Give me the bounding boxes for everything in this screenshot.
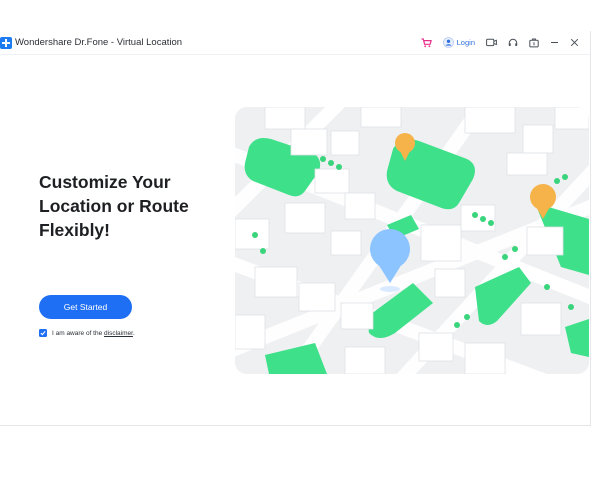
user-avatar-icon [442, 37, 454, 48]
map-illustration-art [235, 107, 589, 374]
disclaimer-agreement: I am aware of the disclaimer. [39, 329, 135, 337]
disclaimer-checkbox[interactable] [39, 329, 47, 337]
login-label: Login [456, 38, 475, 47]
title-actions: Login [410, 31, 590, 55]
city-map-illustration [235, 107, 589, 374]
cart-icon [421, 37, 432, 47]
login-button[interactable]: Login [442, 31, 475, 55]
close-icon [570, 38, 579, 47]
toolbox-button[interactable] [529, 31, 539, 55]
get-started-button[interactable]: Get Started [39, 295, 132, 319]
page-headline: Customize Your Location or Route Flexibl… [39, 170, 219, 242]
app-window: Wondershare Dr.Fone - Virtual Location L… [0, 31, 591, 426]
disclaimer-link[interactable]: disclaimer [104, 330, 133, 337]
close-button[interactable] [570, 31, 579, 55]
headline-line-1: Customize Your [39, 172, 171, 192]
headline-line-2: Location or Route [39, 196, 189, 216]
disclaimer-text: I am aware of the disclaimer. [52, 330, 135, 337]
feedback-button[interactable] [486, 31, 497, 55]
drfone-plus-icon [0, 36, 12, 49]
main-content: Customize Your Location or Route Flexibl… [0, 55, 590, 425]
checkmark-icon [40, 330, 46, 336]
minimize-icon [551, 42, 558, 43]
disclaimer-suffix: . [132, 329, 135, 337]
title-bar: Wondershare Dr.Fone - Virtual Location L… [0, 31, 590, 55]
window-title: Wondershare Dr.Fone - Virtual Location [15, 37, 183, 48]
support-button[interactable] [508, 31, 518, 55]
headline-line-3: Flexibly! [39, 220, 110, 240]
minimize-button[interactable] [550, 31, 559, 55]
cart-button[interactable] [421, 31, 432, 55]
headset-icon [508, 38, 518, 46]
disclaimer-prefix: I am aware of the [52, 329, 105, 337]
feedback-icon [486, 38, 497, 47]
toolbox-icon [529, 38, 539, 47]
